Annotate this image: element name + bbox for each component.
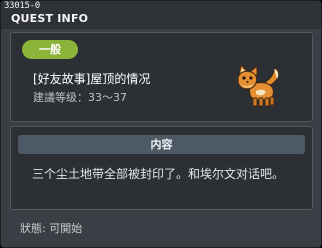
quest-category-badge: 一般 xyxy=(22,40,78,59)
quest-status: 狀態: 可開始 xyxy=(20,222,83,235)
quest-summary-panel: 一般 [好友故事]屋顶的情况 建議等级：33～37 xyxy=(10,32,313,122)
quest-name: [好友故事]屋顶的情况 xyxy=(33,72,151,86)
quest-info-window: 33015-0 QUEST INFO 一般 [好友故事]屋顶的情况 建議等级：3… xyxy=(0,0,322,248)
quest-content-panel: 内容 三个尘土地带全部被封印了。和埃尔文对话吧。 xyxy=(10,126,313,210)
window-title: QUEST INFO xyxy=(11,12,89,25)
fox-npc-icon xyxy=(237,65,279,107)
content-header: 内容 xyxy=(18,135,305,154)
recommended-level: 建議等级：33～37 xyxy=(33,91,127,104)
quest-id: 33015-0 xyxy=(4,1,40,11)
title-bar[interactable]: 33015-0 QUEST INFO xyxy=(1,1,321,29)
quest-description: 三个尘土地带全部被封印了。和埃尔文对话吧。 xyxy=(32,167,285,181)
